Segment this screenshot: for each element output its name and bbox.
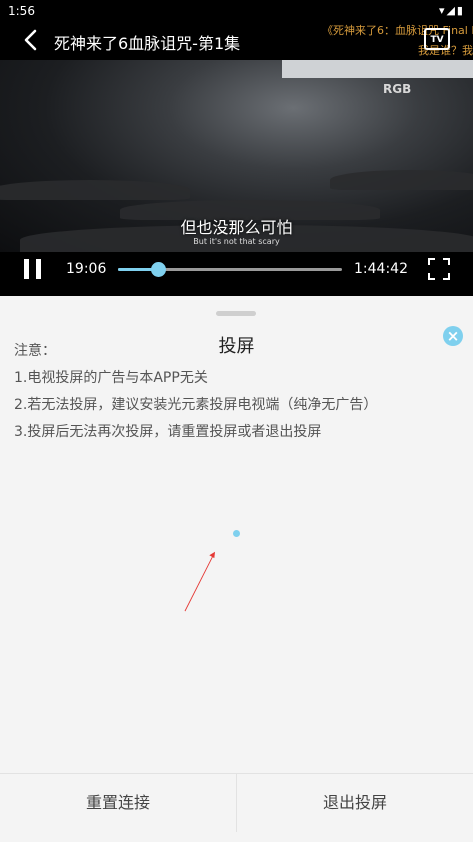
progress-bar[interactable] — [118, 262, 342, 277]
status-bar: 1:56 ▾◢▮ — [0, 0, 473, 22]
progress-knob[interactable] — [151, 262, 167, 277]
video-player[interactable]: RGB 1:56 ▾◢▮ 死神来了6血脉诅咒-第1集 《死神来了6：血脉诅咒 F… — [0, 0, 473, 296]
note-line: 注意： — [14, 343, 56, 359]
total-time: 1:44:42 — [354, 261, 408, 277]
danmaku-text: 《死神来了6：血脉诅咒 Final De — [322, 24, 473, 37]
scene-seats — [0, 180, 190, 200]
close-icon[interactable]: × — [443, 326, 463, 346]
top-bar: 死神来了6血脉诅咒-第1集 《死神来了6：血脉诅咒 Final De 我是谁？我… — [0, 22, 473, 60]
note-line: 2.若无法投屏，建议安装光元素投屏电视端（纯净无广告） — [14, 397, 378, 413]
notes: 注意： 1.电视投屏的广告与本APP无关 2.若无法投屏，建议安装光元素投屏电视… — [14, 338, 377, 446]
cast-sheet: 投屏 × 注意： 1.电视投屏的广告与本APP无关 2.若无法投屏，建议安装光元… — [0, 296, 473, 841]
note-line: 1.电视投屏的广告与本APP无关 — [14, 370, 208, 386]
annotation-arrow-icon — [184, 551, 216, 612]
subtitle-chinese: 但也没那么可怕 — [180, 218, 293, 237]
video-title: 死神来了6血脉诅咒-第1集 — [54, 34, 241, 53]
fullscreen-icon[interactable] — [428, 258, 450, 280]
subtitle-english: But it's not that scary — [193, 237, 280, 246]
footer: 重置连接 退出投屏 — [0, 773, 473, 842]
status-icons: ▾◢▮ — [438, 4, 465, 17]
reset-connection-button[interactable]: 重置连接 — [0, 774, 236, 842]
loading-indicator — [233, 530, 240, 537]
scene-screen — [282, 60, 473, 78]
note-line: 3.投屏后无法再次投屏，请重置投屏或者退出投屏 — [14, 424, 322, 440]
exit-cast-button[interactable]: 退出投屏 — [237, 774, 473, 842]
drag-handle[interactable] — [216, 311, 256, 316]
player-controls: 19:06 1:44:42 — [0, 252, 473, 296]
current-time: 19:06 — [66, 261, 107, 277]
back-arrow-icon[interactable] — [20, 28, 42, 52]
scene-label: RGB — [383, 82, 412, 96]
pause-icon[interactable] — [23, 259, 43, 281]
scene-seats — [330, 170, 473, 190]
status-time: 1:56 — [8, 4, 35, 18]
tv-cast-icon[interactable]: TV — [424, 28, 450, 50]
